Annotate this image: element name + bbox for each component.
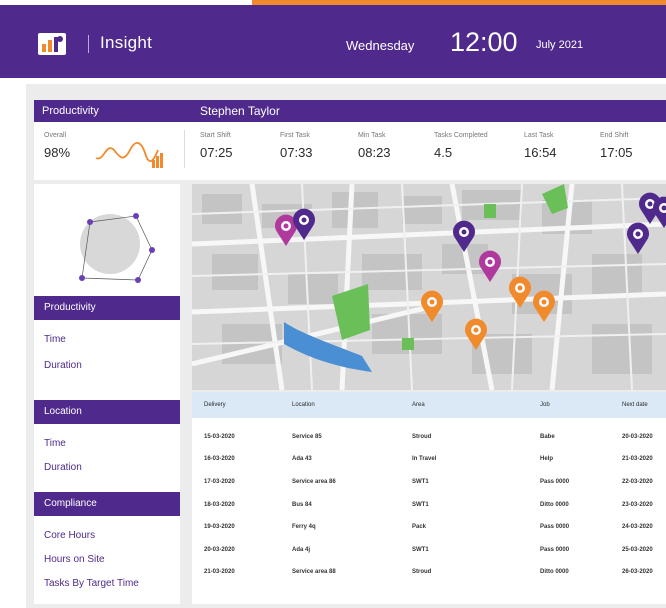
table-header: Delivery Location Area Job Next date: [192, 392, 666, 418]
section-compliance[interactable]: Compliance: [34, 492, 180, 516]
clock-time: 12:00: [450, 27, 518, 57]
table-cell: Pack: [412, 524, 427, 530]
table-cell: Service area 88: [292, 569, 336, 575]
table-cell: Ada 43: [292, 456, 312, 462]
radar-chart: [79, 213, 155, 283]
metric-value: 07:25: [200, 145, 233, 160]
metric-value: 17:05: [600, 145, 633, 160]
table-cell: 23-03-2020: [622, 502, 653, 508]
logo-divider: [88, 35, 89, 53]
table-cell: 25-03-2020: [622, 547, 653, 553]
productivity-header: Productivity Stephen Taylor: [34, 100, 666, 122]
table-cell: 17-03-2020: [204, 479, 235, 485]
table-cell: Ditto 0000: [540, 569, 569, 575]
metric-value: 98%: [44, 145, 71, 160]
metric-label: Last Task: [524, 132, 554, 139]
top-bar: Insight Wednesday 12:00 July 2021: [0, 5, 666, 78]
productivity-title: Productivity: [42, 105, 99, 117]
employee-name: Stephen Taylor: [200, 104, 280, 118]
table-cell: SWT1: [412, 502, 429, 508]
table-cell: In Travel: [412, 456, 437, 462]
table-cell: Ferry 4q: [292, 524, 316, 530]
left-panel: Productivity Time Duration Location Time…: [34, 184, 180, 604]
sidebar-item-tasks-by-target-time[interactable]: Tasks By Target Time: [44, 578, 139, 589]
table-cell: 18-03-2020: [204, 502, 235, 508]
table-cell: Ada 4j: [292, 547, 311, 553]
metric-value: 07:33: [280, 145, 313, 160]
productivity-sparkline: [95, 142, 163, 168]
table-cell: 19-03-2020: [204, 524, 235, 530]
sidebar-item-hours-on-site[interactable]: Hours on Site: [44, 554, 105, 565]
table-cell: 21-03-2020: [622, 456, 653, 462]
table-cell: Pass 0000: [540, 524, 570, 530]
table-cell: Ditto 0000: [540, 502, 569, 508]
sidebar-item-productivity-time[interactable]: Time: [44, 334, 66, 345]
table-cell: 16-03-2020: [204, 456, 235, 462]
table-cell: 20-03-2020: [204, 547, 235, 553]
column-header[interactable]: Next date: [622, 402, 648, 408]
street-map[interactable]: [192, 184, 666, 390]
table-cell: Pass 0000: [540, 479, 570, 485]
metric-value: 08:23: [358, 145, 391, 160]
table-cell: 21-03-2020: [204, 569, 235, 575]
table-cell: SWT1: [412, 479, 429, 485]
table-cell: Help: [540, 456, 554, 462]
table-cell: Bus 84: [292, 502, 312, 508]
metrics-divider: [184, 130, 185, 168]
metric-label: Tasks Completed: [434, 132, 488, 139]
table-cell: 15-03-2020: [204, 434, 235, 440]
table-cell: Service area 86: [292, 479, 336, 485]
table-cell: Stroud: [412, 434, 432, 440]
section-location[interactable]: Location: [34, 400, 180, 424]
app-logo-icon: [38, 33, 66, 55]
sidebar-item-location-duration[interactable]: Duration: [44, 462, 82, 473]
productivity-card: Productivity Stephen Taylor Overall 98% …: [34, 100, 666, 180]
date-day: Wednesday: [346, 38, 415, 53]
metric-value: 4.5: [434, 145, 453, 160]
metric-value: 16:54: [524, 145, 557, 160]
metric-label: End Shift: [600, 132, 629, 139]
section-productivity[interactable]: Productivity: [34, 296, 180, 320]
table-cell: 26-03-2020: [622, 569, 653, 575]
sidebar-item-location-time[interactable]: Time: [44, 438, 66, 449]
metric-first-task: First Task 07:33: [280, 132, 313, 160]
table-cell: Pass 0000: [540, 547, 570, 553]
metric-tasks-completed: Tasks Completed 4.5: [434, 132, 488, 160]
table-cell: Stroud: [412, 569, 432, 575]
column-header[interactable]: Job: [540, 402, 550, 408]
metric-end-shift: End Shift 17:05: [600, 132, 633, 160]
metric-last-task: Last Task 16:54: [524, 132, 557, 160]
metric-label: Start Shift: [200, 132, 231, 139]
metric-label: Overall: [44, 132, 67, 139]
table-cell: SWT1: [412, 547, 429, 553]
metric-min-task: Min Task 08:23: [358, 132, 391, 160]
table-cell: Service 85: [292, 434, 322, 440]
column-header[interactable]: Location: [292, 402, 315, 408]
table-cell: 22-03-2020: [622, 479, 653, 485]
sidebar-item-productivity-duration[interactable]: Duration: [44, 360, 82, 371]
sidebar-item-core-hours[interactable]: Core Hours: [44, 530, 95, 541]
date-month: July 2021: [536, 39, 584, 51]
table-cell: 20-03-2020: [622, 434, 653, 440]
overall-metric: Overall 98%: [44, 132, 70, 160]
metric-label: Min Task: [358, 132, 386, 139]
column-header[interactable]: Delivery: [204, 402, 226, 408]
metric-start-shift: Start Shift 07:25: [200, 132, 233, 160]
table-cell: 24-03-2020: [622, 524, 653, 530]
map-panel[interactable]: [192, 184, 666, 390]
metric-label: First Task: [280, 132, 310, 139]
delivery-table: Delivery Location Area Job Next date 15-…: [192, 392, 666, 604]
app-title: Insight: [100, 33, 153, 52]
column-header[interactable]: Area: [412, 402, 425, 408]
table-cell: Babe: [540, 434, 555, 440]
